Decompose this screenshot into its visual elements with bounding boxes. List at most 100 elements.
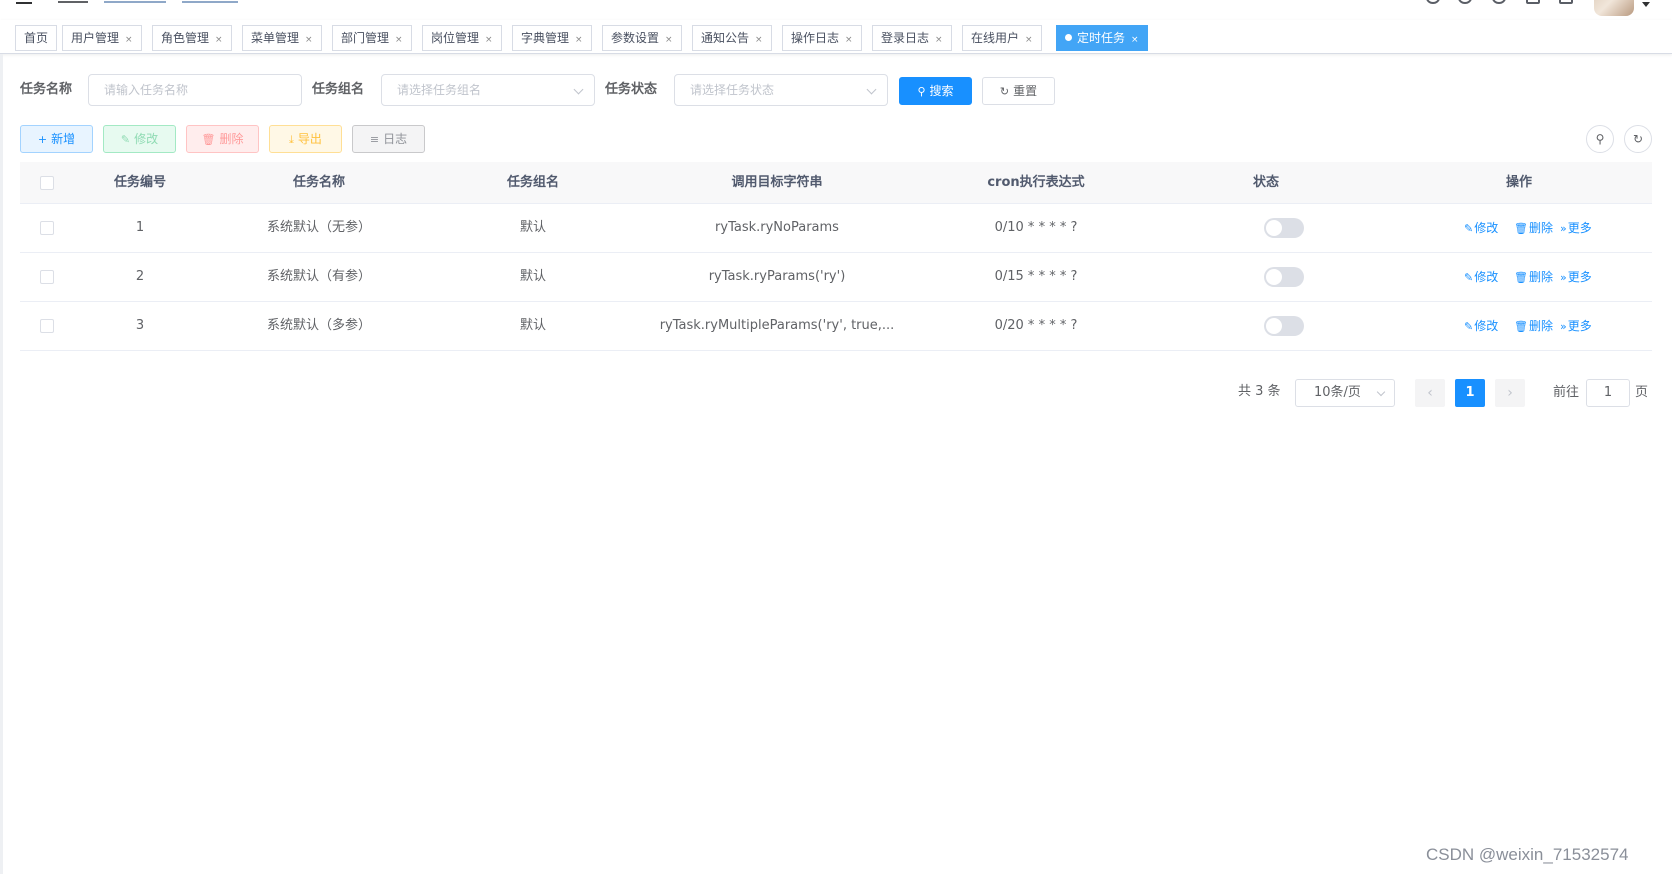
close-icon[interactable]: ×	[215, 35, 223, 45]
row-edit-button[interactable]: ✎修改	[1464, 253, 1498, 302]
row-checkbox[interactable]	[40, 221, 54, 235]
row-delete-button[interactable]: 🗑删除	[1514, 204, 1553, 253]
row-delete-label: 删除	[1528, 270, 1553, 284]
table-header: 任务编号 任务名称 任务组名 调用目标字符串 cron执行表达式 状态 操作	[20, 162, 1652, 204]
close-icon[interactable]: ×	[305, 35, 313, 45]
export-button[interactable]: ⤓ 导出	[269, 125, 342, 153]
next-page-button[interactable]: ›	[1495, 379, 1525, 407]
tag-dept[interactable]: 部门管理 ×	[332, 25, 412, 51]
job-name: 系统默认（多参）	[266, 318, 371, 333]
job-group-select[interactable]: 请选择任务组名	[381, 74, 595, 106]
add-button[interactable]: + 新增	[20, 125, 93, 153]
log-button[interactable]: ≡ 日志	[352, 125, 425, 153]
caret-down-icon[interactable]	[1642, 2, 1650, 7]
tag-label: 用户管理	[71, 31, 120, 45]
tag-home[interactable]: 首页	[15, 25, 58, 51]
tag-dict[interactable]: 字典管理 ×	[512, 25, 592, 51]
size-select-icon[interactable]	[1559, 0, 1573, 4]
row-edit-button[interactable]: ✎修改	[1464, 204, 1498, 253]
status-switch[interactable]	[1264, 316, 1304, 336]
job-group-placeholder: 请选择任务组名	[397, 83, 482, 97]
tag-online[interactable]: 在线用户 ×	[962, 25, 1042, 51]
prev-page-button[interactable]: ‹	[1415, 379, 1445, 407]
sidebar-edge	[0, 54, 3, 874]
column-header: 任务编号	[113, 175, 166, 190]
row-edit-button[interactable]: ✎修改	[1464, 302, 1498, 351]
delete-button[interactable]: 🗑 删除	[186, 125, 259, 153]
tag-role[interactable]: 角色管理 ×	[152, 25, 232, 51]
tag-notice[interactable]: 通知公告 ×	[692, 25, 772, 51]
goto-page-input[interactable]: 1	[1586, 379, 1630, 407]
column-header: 调用目标字符串	[731, 175, 823, 190]
search-button[interactable]: ⚲ 搜索	[899, 77, 972, 105]
invoke-target: ryTask.ryParams('ry')	[708, 269, 846, 284]
page-number-current[interactable]: 1	[1455, 379, 1485, 407]
row-delete-button[interactable]: 🗑删除	[1514, 253, 1553, 302]
delete-icon: 🗑	[1514, 271, 1528, 284]
job-name-input[interactable]: 请输入任务名称	[88, 74, 302, 106]
goto-label: 前往	[1553, 385, 1580, 400]
tag-job[interactable]: 定时任务 ×	[1056, 25, 1148, 51]
job-group: 默认	[519, 220, 546, 235]
tag-label: 岗位管理	[431, 31, 480, 45]
job-group: 默认	[519, 318, 546, 333]
breadcrumb-item-home[interactable]	[58, 0, 88, 3]
tag-config[interactable]: 参数设置 ×	[602, 25, 682, 51]
row-more-button[interactable]: »更多	[1560, 302, 1592, 351]
close-icon[interactable]: ×	[935, 35, 943, 45]
help-icon[interactable]	[1492, 0, 1506, 4]
row-delete-button[interactable]: 🗑删除	[1514, 302, 1553, 351]
invoke-target: ryTask.ryNoParams	[715, 220, 839, 235]
search-icon[interactable]	[1426, 0, 1440, 4]
tag-menu[interactable]: 菜单管理 ×	[242, 25, 322, 51]
close-icon[interactable]: ×	[125, 35, 133, 45]
refresh-button[interactable]: ↻	[1624, 125, 1652, 153]
breadcrumb-item-monitor[interactable]	[104, 0, 166, 3]
reset-button[interactable]: ↻ 重置	[982, 77, 1055, 105]
row-more-label: 更多	[1567, 319, 1592, 333]
tag-post[interactable]: 岗位管理 ×	[422, 25, 502, 51]
job-name: 系统默认（无参）	[266, 220, 371, 235]
close-icon[interactable]: ×	[755, 35, 763, 45]
status-placeholder: 请选择任务状态	[690, 83, 775, 97]
fullscreen-icon[interactable]	[1526, 0, 1540, 4]
close-icon[interactable]: ×	[845, 35, 853, 45]
breadcrumb-item-job[interactable]	[182, 0, 238, 3]
close-icon[interactable]: ×	[485, 35, 493, 45]
status-switch[interactable]	[1264, 218, 1304, 238]
chevron-down-icon	[1376, 387, 1386, 397]
close-icon[interactable]: ×	[575, 35, 583, 45]
edit-button[interactable]: ✎ 修改	[103, 125, 176, 153]
tag-label: 定时任务	[1077, 31, 1126, 45]
github-icon[interactable]	[1458, 0, 1472, 4]
status-switch[interactable]	[1264, 267, 1304, 287]
tag-operlog[interactable]: 操作日志 ×	[782, 25, 862, 51]
column-header: 任务组名	[506, 175, 559, 190]
hamburger-icon[interactable]	[16, 0, 32, 4]
cron-expression: 0/15 * * * * ?	[994, 269, 1078, 284]
delete-button-label: 删除	[219, 132, 244, 146]
refresh-icon: ↻	[999, 85, 1010, 98]
avatar[interactable]	[1594, 0, 1634, 16]
tag-label: 参数设置	[611, 31, 660, 45]
edit-button-label: 修改	[134, 132, 159, 146]
tag-user[interactable]: 用户管理 ×	[62, 25, 142, 51]
row-more-button[interactable]: »更多	[1560, 253, 1592, 302]
column-header: cron执行表达式	[987, 175, 1085, 190]
status-select[interactable]: 请选择任务状态	[674, 74, 888, 106]
tag-logininfor[interactable]: 登录日志 ×	[872, 25, 952, 51]
cron-expression: 0/20 * * * * ?	[994, 318, 1078, 333]
close-icon[interactable]: ×	[1131, 35, 1139, 45]
select-all-checkbox[interactable]	[40, 176, 54, 190]
close-icon[interactable]: ×	[665, 35, 673, 45]
tag-label: 字典管理	[521, 31, 570, 45]
table-row: 3 系统默认（多参） 默认 ryTask.ryMultipleParams('r…	[20, 302, 1652, 351]
toggle-search-button[interactable]: ⚲	[1586, 125, 1614, 153]
close-icon[interactable]: ×	[1025, 35, 1033, 45]
row-checkbox[interactable]	[40, 270, 54, 284]
row-more-button[interactable]: »更多	[1560, 204, 1592, 253]
download-icon: ⤓	[289, 133, 294, 146]
close-icon[interactable]: ×	[395, 35, 403, 45]
page-size-select[interactable]: 10条/页	[1295, 379, 1395, 407]
row-checkbox[interactable]	[40, 319, 54, 333]
